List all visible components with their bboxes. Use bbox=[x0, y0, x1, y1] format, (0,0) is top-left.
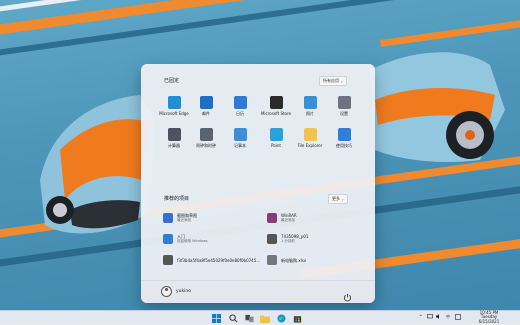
edge-icon bbox=[276, 313, 286, 323]
ime-mode-icon[interactable] bbox=[455, 314, 461, 321]
pinned-app[interactable]: 照片 bbox=[291, 94, 329, 124]
more-label: 更多 bbox=[332, 196, 340, 201]
pinned-app-label: 计算器 bbox=[168, 143, 180, 148]
get-started-icon bbox=[163, 234, 173, 244]
recommended-item[interactable]: 新电脑购.xlsx bbox=[267, 252, 363, 268]
pinned-app[interactable]: File Explorer bbox=[291, 126, 329, 156]
pinned-app-label: 照片 bbox=[306, 111, 314, 116]
pinned-app[interactable]: 使用技巧 bbox=[325, 126, 363, 156]
alarm-clock-icon bbox=[199, 128, 213, 141]
task-view-button[interactable] bbox=[244, 313, 254, 323]
pinned-app[interactable]: Microsoft Store bbox=[257, 94, 295, 124]
recommended-item[interactable]: 入门 欢迎使用 Windows bbox=[163, 231, 259, 247]
volume-icon[interactable] bbox=[436, 314, 442, 320]
power-button[interactable] bbox=[343, 287, 352, 302]
pinned-app-label: 记事本 bbox=[234, 143, 246, 148]
all-apps-button[interactable]: 所有应用 › bbox=[319, 76, 347, 86]
file-explorer-icon bbox=[303, 128, 317, 141]
edge-icon bbox=[167, 96, 181, 109]
calculator-icon bbox=[167, 128, 181, 141]
image-file-icon bbox=[163, 255, 173, 265]
mail-icon bbox=[199, 96, 213, 109]
pinned-app[interactable]: 记事本 bbox=[221, 126, 259, 156]
pinned-app-label: Microsoft Store bbox=[260, 111, 292, 116]
taskbar-edge[interactable] bbox=[276, 313, 286, 323]
store-icon bbox=[269, 96, 283, 109]
document-icon bbox=[267, 255, 277, 265]
start-footer: yukino bbox=[141, 280, 375, 303]
settings-icon bbox=[337, 96, 351, 109]
pinned-app-label: 设置 bbox=[340, 111, 348, 116]
start-menu: 已固定 所有应用 › Microsoft Edge 邮件 日历 Microsoft S… bbox=[141, 64, 375, 303]
recommended-item[interactable]: 截图和草图 最近添加 bbox=[163, 210, 259, 226]
user-avatar-icon bbox=[161, 286, 172, 297]
pinned-app[interactable]: 日历 bbox=[221, 94, 259, 124]
clock[interactable]: 10:45 PM Tuesday 6/15/2021 bbox=[470, 310, 508, 324]
chevron-right-icon: › bbox=[341, 78, 343, 84]
pinned-app-label: Paint bbox=[271, 143, 281, 148]
recommended-item-subtitle: 最近添加 bbox=[177, 218, 191, 222]
task-view-icon bbox=[244, 314, 254, 322]
taskbar-store[interactable] bbox=[292, 313, 302, 323]
taskbar: ^ 中 10:45 PM Tuesday 6/15/2021 bbox=[0, 310, 520, 325]
pinned-app[interactable]: 设置 bbox=[325, 94, 363, 124]
tray-chevron-icon[interactable]: ^ bbox=[419, 314, 422, 319]
store-icon bbox=[293, 315, 301, 323]
start-button[interactable] bbox=[211, 313, 221, 323]
recommended-item-subtitle: 1 分钟前 bbox=[281, 239, 295, 243]
more-button[interactable]: 更多 › bbox=[328, 194, 348, 204]
photos-icon bbox=[303, 96, 317, 109]
user-account-button[interactable]: yukino bbox=[161, 286, 191, 297]
snip-sketch-icon bbox=[163, 213, 173, 223]
all-apps-label: 所有应用 bbox=[323, 78, 339, 83]
pinned-app-label: Microsoft Edge bbox=[159, 111, 189, 116]
recommended-item[interactable]: 7435098_p01 1 分钟前 bbox=[267, 231, 363, 247]
pinned-app[interactable]: Paint bbox=[257, 126, 295, 156]
tips-icon bbox=[337, 128, 351, 141]
pinned-app-label: File Explorer bbox=[297, 143, 323, 148]
pinned-app-label: 闹钟和时钟 bbox=[196, 143, 216, 148]
notepad-icon bbox=[233, 128, 247, 141]
input-language-indicator[interactable]: 中 bbox=[446, 314, 450, 320]
network-icon[interactable] bbox=[427, 314, 433, 320]
race-car-image bbox=[370, 52, 505, 162]
recommended-item-subtitle: 最近添加 bbox=[281, 218, 295, 222]
pinned-app[interactable]: 闹钟和时钟 bbox=[187, 126, 225, 156]
windows-logo-icon bbox=[211, 313, 221, 323]
recommended-item[interactable]: WinRAR 最近添加 bbox=[267, 210, 363, 226]
pinned-app-label: 日历 bbox=[236, 111, 244, 116]
recommended-item-subtitle: 欢迎使用 Windows bbox=[177, 239, 208, 243]
calendar-icon bbox=[233, 96, 247, 109]
power-icon bbox=[343, 293, 352, 302]
search-icon bbox=[228, 313, 237, 322]
folder-icon bbox=[260, 315, 270, 323]
winrar-icon bbox=[267, 213, 277, 223]
taskbar-file-explorer[interactable] bbox=[260, 313, 270, 323]
chevron-right-icon: › bbox=[342, 196, 344, 202]
pinned-app-label: 邮件 bbox=[202, 111, 210, 116]
search-button[interactable] bbox=[228, 313, 238, 323]
user-name: yukino bbox=[176, 289, 191, 294]
recommended-item-title: 新电脑购.xlsx bbox=[281, 257, 307, 263]
pinned-app[interactable]: 邮件 bbox=[187, 94, 225, 124]
recommended-item-title: f3f3b4a5f4a8f5e45029f0e0e80f0b0745... bbox=[177, 257, 261, 263]
recommended-section-title: 推荐的项目 bbox=[164, 196, 190, 202]
image-file-icon bbox=[267, 234, 277, 244]
pinned-app-label: 使用技巧 bbox=[336, 143, 352, 148]
recommended-item[interactable]: f3f3b4a5f4a8f5e45029f0e0e80f0b0745... bbox=[163, 252, 261, 268]
pinned-section-title: 已固定 bbox=[164, 78, 180, 84]
paint-icon bbox=[269, 128, 283, 141]
